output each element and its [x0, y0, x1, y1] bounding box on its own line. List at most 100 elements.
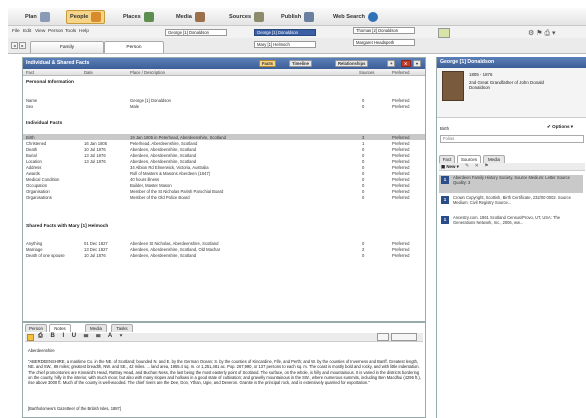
globe-icon — [367, 12, 378, 22]
format-icons[interactable]: ⎙ B I U ☰ ☰ A ▾ — [38, 333, 125, 340]
notes-format-toolbar: ⎙ B I U ☰ ☰ A ▾ — [25, 333, 423, 342]
source-item-3[interactable]: 1 Ancestry.com. 1861 Scotland Census/Prov… — [439, 215, 583, 233]
note-type-icon[interactable] — [27, 334, 34, 341]
fact-pref: Preferred — [392, 158, 410, 164]
publish-icon — [304, 12, 315, 22]
father-combo[interactable]: George [1] Donaldson — [165, 29, 227, 36]
tab-tasks[interactable]: Tasks — [111, 324, 133, 332]
plan-button[interactable]: Plan — [22, 10, 53, 24]
tools-icons[interactable]: ⚙ ⚑ ⎙ ▾ — [528, 29, 556, 38]
source-item-2[interactable]: 1 Crown Copyright, Scottish, Birth Certif… — [439, 195, 583, 213]
tab-media[interactable]: Media — [85, 324, 107, 332]
fact-place: Member of the Old Police Board — [130, 194, 190, 200]
personal-info-heading: Personal Information — [26, 80, 74, 85]
sources-icon — [254, 12, 265, 22]
people-button[interactable]: People — [66, 10, 106, 24]
fact-place: Aberdeen, Aberdeenshire, Scotland — [130, 158, 197, 164]
plan-icon — [39, 12, 50, 22]
fact-place: Roll of Masters & Masons Aberdeen (1847) — [130, 170, 211, 176]
notes-panel: Person Notes Media Tasks ⎙ B I U ☰ ☰ A ▾… — [22, 322, 426, 418]
fact-fact: Address — [26, 164, 42, 170]
fact-fact: Death of one spouse — [26, 252, 65, 258]
fact-place: Aberdeen, Aberdeenshire, Scotland — [130, 146, 197, 152]
col-fact[interactable]: Fact — [26, 70, 34, 75]
notebook-icon[interactable] — [438, 28, 450, 38]
fact-row[interactable]: Death of one spouse 10 Jul 1876 Aberdeen, … — [23, 252, 425, 258]
panel-menu-icon[interactable]: ▾ — [413, 60, 422, 67]
fact-date: 16 Jan 1805 — [84, 140, 108, 146]
spouse-combo[interactable]: Mary [1] Helmoch — [254, 41, 316, 48]
zoom-in-icon[interactable] — [391, 333, 417, 341]
tab-person-detail[interactable]: Person — [25, 324, 47, 332]
fact-sources: 0 — [362, 176, 365, 182]
zoom-out-icon[interactable] — [377, 333, 389, 341]
col-place[interactable]: Place / Description — [130, 70, 165, 75]
child-combo-2[interactable]: Margaret Headspeth — [353, 39, 415, 46]
child-combo-1[interactable]: Thomas [2] Donaldson — [353, 27, 415, 34]
person-summary: 1805 - 1876 2nd Great Grandfather of Joh… — [437, 68, 586, 118]
places-icon — [143, 12, 154, 22]
fact-sources: 2 — [362, 246, 365, 252]
fact-place: George [1] Donaldson — [130, 97, 171, 103]
fact-fact: Birth — [26, 134, 35, 140]
person-portrait[interactable] — [442, 71, 464, 101]
publish-button[interactable]: Publish — [278, 10, 317, 24]
facts-view-button[interactable]: Facts — [259, 60, 276, 67]
facts-panel: Individual & Shared Facts Facts Timeline… — [22, 57, 426, 322]
source-item-1[interactable]: 1 Aberdeen Family History Society. Source… — [439, 175, 583, 193]
sources-button[interactable]: Sources — [226, 10, 267, 24]
fact-row[interactable]: Organisations Member of the Old Police Bo… — [23, 194, 425, 200]
fact-place: 40 hours illness — [130, 176, 160, 182]
places-button[interactable]: Places — [120, 10, 157, 24]
menu-edit[interactable]: Edit — [23, 29, 31, 34]
media-icon — [194, 12, 205, 22]
fact-sources: 0 — [362, 188, 365, 194]
col-date[interactable]: Date — [84, 70, 93, 75]
fact-sources: 0 — [362, 97, 365, 103]
fact-sources: 0 — [362, 103, 365, 109]
forward-icon[interactable]: ▸ — [19, 42, 26, 49]
menu-help[interactable]: Help — [79, 29, 89, 34]
fact-place: Aberdeen, Aberdeenshire, Scotland — [130, 252, 197, 258]
tab-notes[interactable]: Notes — [49, 324, 71, 332]
media-button[interactable]: Media — [173, 10, 208, 24]
fact-sources: 0 — [362, 146, 365, 152]
tab-person[interactable]: Person — [104, 41, 164, 53]
back-icon[interactable]: ◂ — [11, 42, 18, 49]
fact-row[interactable]: Sex Male 0 Preferred — [23, 103, 425, 109]
people-icon — [91, 12, 102, 22]
tab-fact[interactable]: Fact — [439, 155, 455, 163]
fact-pref: Preferred — [392, 252, 410, 258]
fact-place: Peterhead, Aberdeenshire, Scotland — [130, 140, 198, 146]
col-sources[interactable]: Sources — [359, 70, 374, 75]
fact-place: 34 Albion Rd Elmerwick, Victoria, Austra… — [130, 164, 209, 170]
fact-sources: 0 — [362, 152, 365, 158]
fact-pref: Preferred — [392, 194, 410, 200]
fact-value-field[interactable]: Folios — [440, 135, 584, 143]
fact-place: 19 Jan 1805 in Peterhead, Aberdeenshire,… — [130, 134, 226, 140]
delete-fact-icon[interactable]: ✕ — [401, 60, 411, 67]
new-source-button[interactable]: ▣ New ▾ — [441, 164, 459, 170]
person-combo[interactable]: George [1] Donaldson — [254, 29, 316, 36]
fact-sources: 0 — [362, 170, 365, 176]
fact-sources: 1 — [362, 140, 365, 146]
source-action-icons[interactable]: ✎ ✕ ⚑ — [465, 163, 491, 169]
add-fact-icon[interactable]: + — [387, 60, 396, 67]
tab-sources-media[interactable]: Media — [483, 155, 505, 163]
web-search-button[interactable]: Web Search — [330, 10, 381, 24]
fact-date: 13 Dec 1827 — [84, 246, 108, 252]
menu-view[interactable]: View — [35, 29, 45, 34]
col-preferred[interactable]: Preferred — [392, 70, 409, 75]
menu-file[interactable]: File — [12, 29, 20, 34]
facts-column-header: Fact Date Place / Description Sources Pr… — [23, 69, 425, 76]
relationships-view-button[interactable]: Relationships — [335, 60, 369, 67]
options-button[interactable]: ✔ Options ▾ — [547, 124, 573, 130]
timeline-view-button[interactable]: Timeline — [289, 60, 312, 67]
fact-fact: Awards — [26, 170, 40, 176]
menu-person[interactable]: Person — [48, 29, 63, 34]
tab-family[interactable]: Family — [30, 41, 104, 53]
notes-body[interactable]: "ABERDEENSHIRE, a maritime Co. in the NE… — [28, 359, 422, 385]
menu-tools[interactable]: Tools — [65, 29, 76, 34]
tab-sources[interactable]: Sources — [457, 155, 481, 163]
fact-fact: Occupation — [26, 182, 48, 188]
